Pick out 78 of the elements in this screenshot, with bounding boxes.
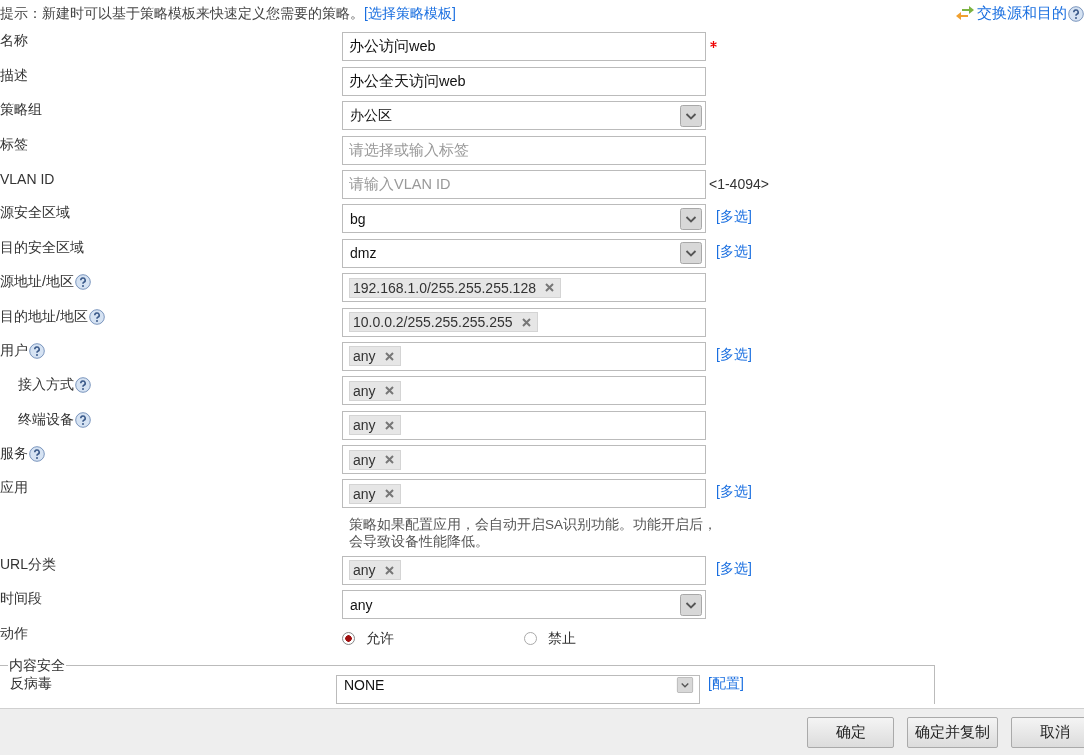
tag: any xyxy=(349,560,401,581)
text-field[interactable]: 办公访问web xyxy=(342,32,706,62)
field-label: 源安全区域 xyxy=(0,204,70,223)
help-icon[interactable] xyxy=(88,308,105,325)
help-icon[interactable] xyxy=(29,446,45,463)
help-icon[interactable] xyxy=(75,377,91,394)
field-label: 终端设备 xyxy=(18,410,74,429)
tag-field[interactable]: 192.168.1.0/255.255.255.128 xyxy=(342,273,706,303)
radio-label[interactable]: 禁止 xyxy=(548,629,576,648)
help-icon[interactable] xyxy=(74,274,91,291)
swap-link[interactable]: 交换源和目的 xyxy=(977,4,1067,23)
note-text: 策略如果配置应用，会自动开启SA识别功能。功能开启后，会导致设备性能降低。 xyxy=(349,516,717,551)
multi-select-link[interactable]: [多选] xyxy=(716,345,752,364)
tag-field[interactable]: any xyxy=(342,410,706,440)
dropdown[interactable]: bg xyxy=(342,204,706,234)
dropdown[interactable]: any xyxy=(342,590,706,620)
field-label: 应用 xyxy=(0,479,28,498)
remove-icon[interactable] xyxy=(384,489,394,499)
tag: any xyxy=(349,346,401,367)
tag: any xyxy=(349,449,401,470)
multi-select-link[interactable]: [多选] xyxy=(716,242,752,261)
field-label: 描述 xyxy=(0,66,28,85)
field-label: 接入方式 xyxy=(18,376,74,395)
field-label: 名称 xyxy=(0,32,28,51)
range-hint: <1-4094> xyxy=(709,175,769,192)
field-label: VLAN ID xyxy=(0,170,55,187)
multi-select-link[interactable]: [多选] xyxy=(716,559,752,578)
template-link[interactable]: [选择策略模板] xyxy=(364,4,456,23)
tag-field[interactable]: any xyxy=(342,555,706,585)
tag: 192.168.1.0/255.255.255.128 xyxy=(349,277,561,298)
dialog-button[interactable]: 确定 xyxy=(807,716,894,748)
field-label: 源地址/地区 xyxy=(0,273,74,292)
text-field[interactable]: 请输入VLAN ID xyxy=(342,169,706,199)
radio-button[interactable] xyxy=(524,632,537,646)
tag-field[interactable]: any xyxy=(342,445,706,475)
tag-field[interactable]: 10.0.0.2/255.255.255.255 xyxy=(342,307,706,337)
help-icon[interactable] xyxy=(75,411,91,428)
tag-field[interactable]: any xyxy=(342,479,706,509)
text-field[interactable]: 请选择或输入标签 xyxy=(342,135,706,165)
tag-field[interactable]: any xyxy=(342,341,706,371)
dialog-button[interactable]: 取消 xyxy=(1011,716,1084,748)
panel-legend: 内容安全 xyxy=(8,656,66,675)
tag-field[interactable]: any xyxy=(342,376,706,406)
dropdown[interactable]: NONE xyxy=(336,674,700,704)
field-label: 服务 xyxy=(0,445,28,464)
help-icon[interactable] xyxy=(1068,5,1084,22)
help-icon[interactable] xyxy=(29,342,45,359)
remove-icon[interactable] xyxy=(384,565,394,575)
field-label: 时间段 xyxy=(0,590,42,609)
dialog-button[interactable]: 确定并复制 xyxy=(907,716,998,748)
dropdown[interactable]: dmz xyxy=(342,238,706,268)
field-label: 目的安全区域 xyxy=(0,238,84,257)
multi-select-link[interactable]: [多选] xyxy=(716,483,752,502)
multi-select-link[interactable]: [多选] xyxy=(716,208,752,227)
remove-icon[interactable] xyxy=(544,283,554,293)
field-label: 策略组 xyxy=(0,101,42,120)
swap-arrows-icon xyxy=(956,5,974,22)
remove-icon[interactable] xyxy=(384,420,394,430)
remove-icon[interactable] xyxy=(521,317,531,327)
remove-icon[interactable] xyxy=(384,386,394,396)
dropdown[interactable]: 办公区 xyxy=(342,101,706,131)
tag: any xyxy=(349,380,401,401)
field-label: 动作 xyxy=(0,624,28,643)
remove-icon[interactable] xyxy=(384,455,394,465)
field-label: 反病毒 xyxy=(10,674,52,693)
field-label: URL分类 xyxy=(0,555,56,574)
radio-button[interactable] xyxy=(342,632,355,646)
tag: any xyxy=(349,415,401,436)
tag: any xyxy=(349,483,401,504)
field-label: 目的地址/地区 xyxy=(0,307,88,326)
text-field[interactable]: 办公全天访问web xyxy=(342,66,706,96)
config-link[interactable]: [配置] xyxy=(708,674,744,693)
radio-label[interactable]: 允许 xyxy=(366,629,394,648)
remove-icon[interactable] xyxy=(384,351,394,361)
field-label: 用户 xyxy=(0,341,28,360)
tag: 10.0.0.2/255.255.255.255 xyxy=(349,312,538,332)
hint-text: 提示：新建时可以基于策略模板来快速定义您需要的策略。 xyxy=(0,4,364,23)
field-label: 标签 xyxy=(0,135,28,154)
